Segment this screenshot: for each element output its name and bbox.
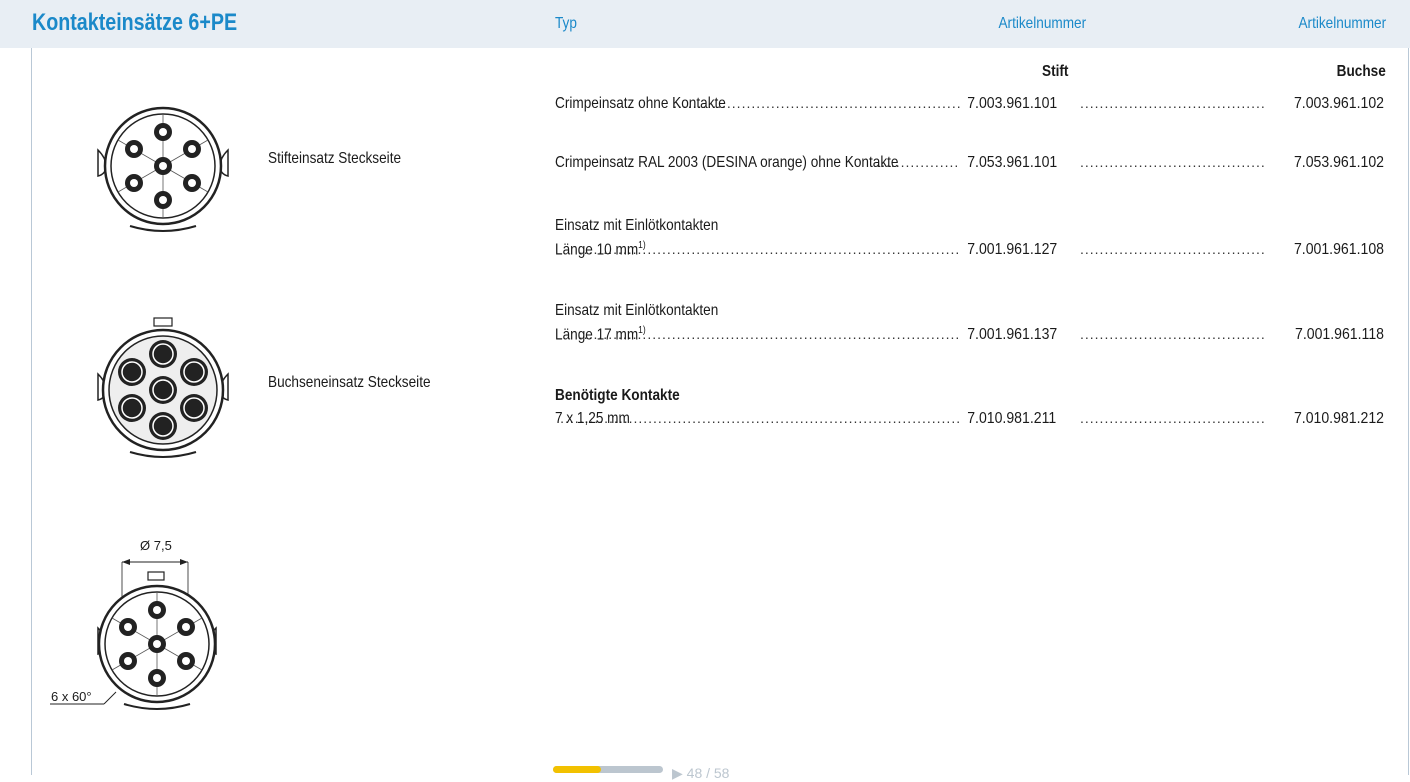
- article-number-buchse: 7.003.961.102: [1293, 95, 1384, 112]
- article-number-stift: 7.003.961.101: [967, 95, 1058, 112]
- pin-insert-drawing: [97, 106, 229, 232]
- page-progress-bar: [553, 766, 663, 773]
- column-subhead-buchse: Buchse: [1336, 63, 1386, 80]
- header-bar: Kontakteinsätze 6+PE Typ Artikelnummer A…: [0, 0, 1410, 48]
- frame-left-border: [31, 48, 32, 775]
- footnote-marker: 1): [638, 240, 646, 251]
- column-header-article-stift: Artikelnummer: [998, 15, 1086, 32]
- dot-leader: ........................................…: [1080, 326, 1264, 343]
- row-heading: Benötigte Kontakte: [555, 387, 680, 404]
- row-label: Crimpeinsatz RAL 2003 (DESINA orange) oh…: [555, 154, 899, 171]
- pin-insert-caption: Stifteinsatz Steckseite: [268, 150, 402, 167]
- dimension-diameter-label: Ø 7,5: [140, 538, 172, 553]
- page-number[interactable]: ▶ 48 / 58: [672, 765, 729, 782]
- article-number-stift: 7.001.961.137: [967, 326, 1058, 344]
- row-heading: Einsatz mit Einlötkontakten: [555, 217, 719, 234]
- dimension-drawing: [50, 559, 217, 710]
- row-label: Crimpeinsatz ohne Kontakte: [555, 95, 726, 112]
- article-number-stift: 7.053.961.101: [967, 154, 1058, 171]
- article-number-stift: 7.010.981.211: [967, 410, 1057, 427]
- column-header-article-buchse: Artikelnummer: [1298, 15, 1386, 32]
- article-number-stift: 7.001.961.127: [967, 241, 1058, 259]
- column-header-typ: Typ: [555, 15, 577, 32]
- table-row: Länge 10 mm1) ..........................…: [555, 240, 1384, 262]
- socket-insert-caption: Buchseneinsatz Steckseite: [268, 374, 431, 391]
- table-row: Länge 17 mm1) ..........................…: [555, 325, 1384, 347]
- frame-right-border: [1408, 48, 1409, 775]
- table-row: Crimpeinsatz ohne Kontakte .............…: [555, 95, 1384, 117]
- article-number-buchse: 7.010.981.212: [1293, 410, 1384, 427]
- row-heading: Einsatz mit Einlötkontakten: [555, 302, 719, 319]
- dot-leader: ........................................…: [1080, 241, 1264, 258]
- dot-leader: ........................................…: [1080, 95, 1264, 111]
- table-row: 7 x 1,25 mm ............................…: [555, 410, 1384, 432]
- dot-leader: ........................................…: [1080, 410, 1264, 426]
- article-number-buchse: 7.053.961.102: [1293, 154, 1384, 171]
- article-number-buchse: 7.001.961.108: [1293, 241, 1384, 259]
- dot-leader: ........................................…: [1080, 154, 1264, 170]
- socket-insert-drawing: [97, 317, 229, 458]
- footnote-marker: 1): [638, 325, 646, 336]
- column-subhead-stift: Stift: [1042, 63, 1069, 80]
- table-row: Crimpeinsatz RAL 2003 (DESINA orange) oh…: [555, 154, 1384, 176]
- row-label: Länge 10 mm1): [555, 240, 646, 259]
- dimension-angle-label: 6 x 60°: [51, 689, 92, 704]
- row-label: 7 x 1,25 mm: [555, 410, 630, 427]
- row-label: Länge 17 mm1): [555, 325, 646, 344]
- page-title: Kontakteinsätze 6+PE: [32, 9, 238, 36]
- article-number-buchse: 7.001.961.118: [1294, 326, 1384, 344]
